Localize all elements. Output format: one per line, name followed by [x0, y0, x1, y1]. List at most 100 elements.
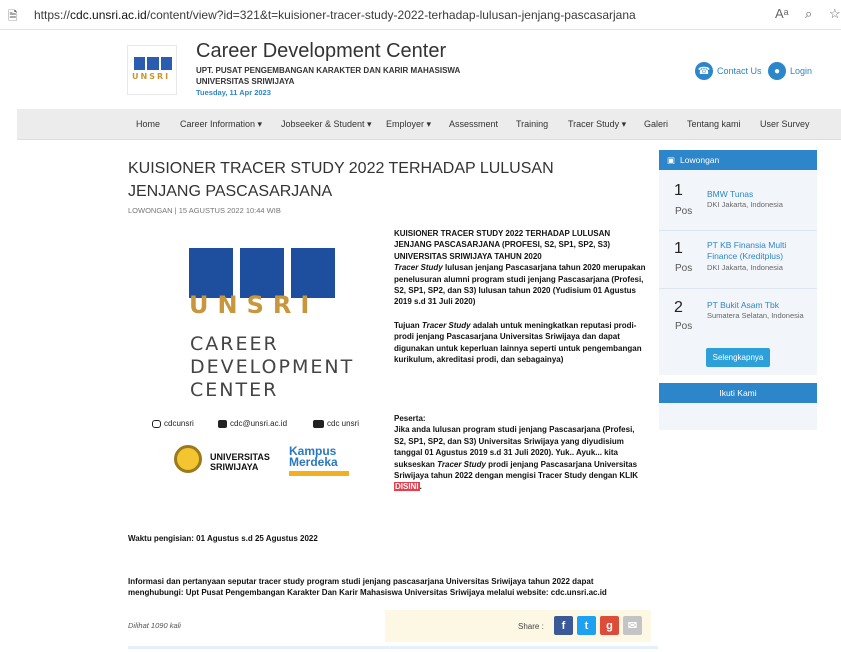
banner-social-row: cdcunsri cdc@unsri.ac.id cdc unsri [152, 419, 385, 431]
favorite-icon[interactable]: ☆ [829, 6, 841, 22]
job-pos-label: Pos [675, 263, 693, 274]
banner-instagram-text: cdcunsri [164, 419, 194, 428]
job-location: DKI Jakarta, Indonesia [707, 263, 783, 272]
facebook-share-icon[interactable]: f [554, 616, 573, 635]
browser-address-bar: 🗎 https://cdc.unsri.ac.id/content/view?i… [0, 0, 841, 30]
banner-youtube-text: cdc unsri [327, 419, 360, 428]
mail-icon [218, 419, 227, 428]
job-count: 1 [674, 182, 683, 199]
login-label: Login [790, 66, 813, 76]
contact-us-label: Contact Us [717, 66, 762, 76]
logo-unsri-text: UNSRI [132, 72, 171, 81]
site-title: Career Development Center [196, 40, 447, 62]
instagram-icon [152, 419, 161, 428]
peserta-italic: Tracer Study [437, 459, 486, 469]
banner-career: CAREER [190, 333, 279, 355]
banner-uni-line1: UNIVERSITAS [210, 452, 270, 462]
twitter-share-icon[interactable]: t [577, 616, 596, 635]
job-count: 2 [674, 299, 683, 316]
job-count: 1 [674, 240, 683, 257]
job-company-link[interactable]: PT Bukit Asam Tbk [707, 300, 815, 311]
nav-employer[interactable]: Employer ▾ [386, 119, 431, 130]
nav-training[interactable]: Training [516, 119, 548, 129]
article-title: KUISIONER TRACER STUDY 2022 TERHADAP LUL… [128, 160, 554, 200]
email-share-icon[interactable]: ✉ [623, 616, 642, 635]
site-university: UNIVERSITAS SRIWIJAYA [196, 77, 295, 86]
lowongan-title: Lowongan [680, 155, 720, 165]
user-icon: ● [768, 62, 786, 80]
bottom-divider [128, 646, 658, 649]
nav-career-information[interactable]: Career Information ▾ [180, 119, 262, 130]
job-pos-label: Pos [675, 321, 693, 332]
share-bar: Share : f t g ✉ [385, 610, 651, 642]
waktu-pengisian: Waktu pengisian: 01 Agustus s.d 25 Agust… [128, 534, 318, 543]
phone-icon: ☎ [695, 62, 713, 80]
paragraph-peserta: Peserta: Jika anda lulusan program studi… [394, 413, 648, 493]
url-path: /content/view?id=321&t=kuisioner-tracer-… [146, 8, 636, 22]
nav-home[interactable]: Home [136, 119, 160, 129]
merdeka-word: Merdeka [289, 455, 338, 469]
paragraph-intro: KUISIONER TRACER STUDY 2022 TERHADAP LUL… [394, 228, 648, 308]
nav-user-survey[interactable]: User Survey [760, 119, 810, 129]
nav-jobseeker-student[interactable]: Jobseeker & Student ▾ [281, 119, 372, 130]
zoom-icon[interactable]: ⌕ [805, 6, 812, 22]
nav-assessment[interactable]: Assessment [449, 119, 498, 129]
intro-italic: Tracer Study [394, 263, 443, 273]
banner-youtube: cdc unsri [313, 419, 359, 428]
tujuan-italic: Tracer Study [421, 321, 471, 330]
banner-email: cdc@unsri.ac.id [218, 419, 287, 428]
lowongan-panel: 1 Pos BMW Tunas DKI Jakarta, Indonesia 1… [659, 170, 817, 375]
login-link[interactable]: ● Login [768, 62, 812, 80]
job-item[interactable]: 2 Pos PT Bukit Asam Tbk Sumatera Selatan… [659, 288, 817, 343]
contact-us-link[interactable]: ☎ Contact Us [695, 62, 762, 80]
banner-uni-line2: SRIWIJAYA [210, 462, 259, 472]
cdc-logo[interactable]: UNSRI [127, 45, 177, 95]
banner-unsri: UNSRI [189, 291, 319, 319]
main-nav: Home Career Information ▾ Jobseeker & St… [17, 109, 841, 140]
share-label: Share : [518, 622, 544, 631]
site-subtitle: UPT. PUSAT PENGEMBANGAN KARAKTER DAN KAR… [196, 66, 461, 75]
cdc-logo-mark [134, 57, 172, 70]
job-item[interactable]: 1 Pos PT KB Finansia Multi Finance (Kred… [659, 230, 817, 287]
info-paragraph: Informasi dan pertanyaan seputar tracer … [128, 577, 607, 598]
unsri-seal-icon [174, 445, 202, 473]
disini-link[interactable]: DISINI [394, 482, 420, 492]
briefcase-icon: ▣ [667, 154, 676, 165]
job-pos-label: Pos [675, 206, 693, 217]
page-info-icon[interactable]: 🗎 [8, 7, 18, 28]
intro-heading: KUISIONER TRACER STUDY 2022 TERHADAP LUL… [394, 229, 611, 261]
cdc-banner-image: UNSRI CAREER DEVELOPMENT CENTER cdcunsri… [152, 226, 385, 491]
reader-mode-icon[interactable]: Aᵃ [775, 6, 789, 21]
current-date: Tuesday, 11 Apr 2023 [196, 88, 271, 97]
google-plus-share-icon[interactable]: g [600, 616, 619, 635]
nav-galeri[interactable]: Galeri [644, 119, 668, 129]
tujuan-prefix: Tujuan [394, 321, 422, 330]
peserta-end: . [419, 482, 422, 492]
job-item[interactable]: 1 Pos BMW Tunas DKI Jakarta, Indonesia [659, 170, 817, 227]
lowongan-header: ▣ Lowongan [659, 150, 817, 170]
banner-university-name: UNIVERSITAS SRIWIJAYA [210, 452, 270, 472]
job-location: DKI Jakarta, Indonesia [707, 200, 783, 209]
kampus-merdeka-logo: Kampus Merdeka [289, 445, 349, 469]
url-domain: cdc.unsri.ac.id [70, 8, 147, 22]
nav-tentang-kami[interactable]: Tentang kami [687, 119, 741, 129]
url-field[interactable]: https://cdc.unsri.ac.id/content/view?id=… [34, 8, 636, 22]
banner-center: CENTER [190, 379, 279, 401]
url-prefix: https:// [34, 8, 71, 22]
job-company-link[interactable]: PT KB Finansia Multi Finance (Kreditplus… [707, 240, 815, 262]
ikuti-kami-header: Ikuti Kami [659, 383, 817, 403]
peserta-label: Peserta: [394, 414, 426, 423]
ikuti-kami-panel [659, 403, 817, 430]
paragraph-tujuan: Tujuan Tracer Study adalah untuk meningk… [394, 320, 648, 366]
banner-email-text: cdc@unsri.ac.id [230, 419, 288, 428]
view-count: Dilihat 1090 kali [128, 621, 181, 630]
selengkapnya-button[interactable]: Selengkapnya [706, 348, 770, 367]
nav-tracer-study[interactable]: Tracer Study ▾ [568, 119, 626, 130]
job-location: Sumatera Selatan, Indonesia [707, 311, 804, 320]
merdeka-bar [289, 471, 349, 476]
job-company-link[interactable]: BMW Tunas [707, 189, 815, 200]
banner-instagram: cdcunsri [152, 419, 194, 428]
youtube-icon [313, 419, 324, 428]
banner-development: DEVELOPMENT [190, 356, 355, 378]
article-meta: LOWONGAN | 15 AGUSTUS 2022 10:44 WIB [128, 206, 281, 215]
